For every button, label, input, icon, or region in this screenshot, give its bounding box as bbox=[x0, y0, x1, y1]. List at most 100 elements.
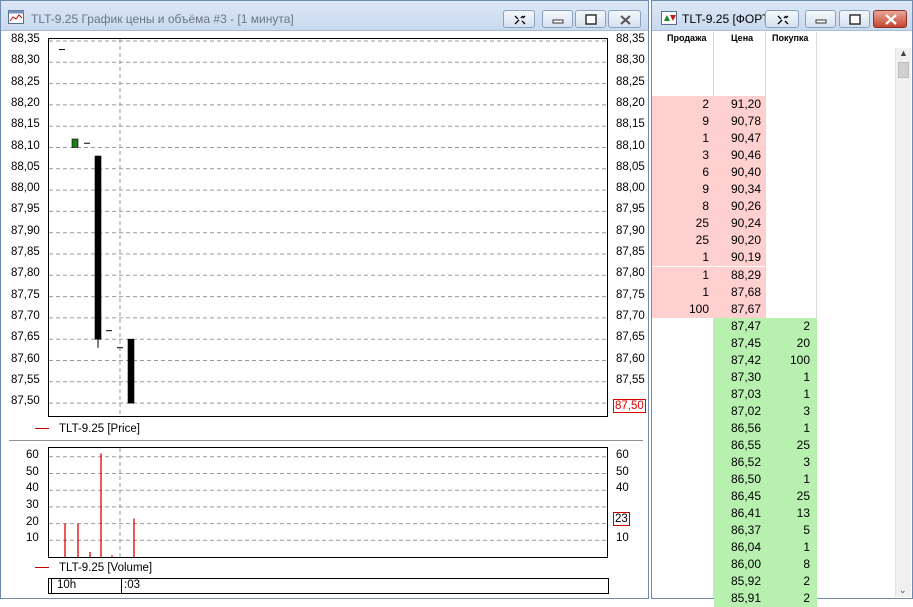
price-tick-label: 88,35 bbox=[616, 33, 645, 45]
book-window-title: TLT-9.25 [ФОРТ bbox=[682, 12, 770, 26]
ask-row[interactable]: 6 90,40 bbox=[652, 164, 817, 182]
ask-row[interactable]: 1 88,29 bbox=[652, 266, 817, 284]
volume-plot-area[interactable] bbox=[48, 447, 608, 558]
price-tick-label: 88,05 bbox=[11, 160, 40, 173]
ask-row[interactable]: 9 90,34 bbox=[652, 181, 817, 199]
minimize-icon bbox=[815, 19, 827, 24]
volume-legend-text: TLT-9.25 [Volume] bbox=[59, 562, 153, 574]
book-close-button[interactable] bbox=[873, 10, 907, 28]
chart-window-titlebar[interactable]: TLT-9.25 График цены и объёма #3 - [1 ми… bbox=[1, 1, 648, 31]
price-legend[interactable]: TLT-9.25 [Price] bbox=[35, 423, 140, 435]
last-price-label: 87,50 bbox=[613, 399, 646, 413]
scroll-down-arrow-icon[interactable]: ⌄ bbox=[899, 585, 907, 596]
ask-row[interactable]: 8 90,26 bbox=[652, 198, 817, 216]
sell-column-header[interactable]: Продажа bbox=[667, 33, 707, 43]
ask-row[interactable]: 3 90,46 bbox=[652, 147, 817, 165]
price-tick-label: 88,30 bbox=[616, 54, 645, 67]
bid-row[interactable]: 8 86,00 bbox=[652, 556, 817, 574]
book-window-titlebar[interactable]: TLT-9.25 [ФОРТ bbox=[652, 1, 912, 31]
volume-legend[interactable]: TLT-9.25 [Volume] bbox=[35, 562, 152, 574]
bid-row[interactable]: 100 87,42 bbox=[652, 351, 817, 369]
minimize-button[interactable] bbox=[542, 10, 573, 28]
volume-legend-swatch bbox=[35, 567, 49, 569]
scroll-up-arrow-icon[interactable]: ▲ bbox=[899, 48, 908, 58]
price-legend-swatch bbox=[35, 428, 49, 430]
bid-price: 87,45 bbox=[730, 335, 761, 350]
price-tick-label: 87,60 bbox=[11, 352, 40, 365]
bid-row[interactable]: 20 87,45 bbox=[652, 334, 817, 352]
volume-tick-label: 30 bbox=[26, 498, 39, 511]
ask-row[interactable]: 25 90,20 bbox=[652, 232, 817, 250]
ask-row[interactable]: 1 90,19 bbox=[652, 249, 817, 267]
bid-quantity: 5 bbox=[803, 523, 810, 538]
time-label-minute: :03 bbox=[124, 579, 140, 591]
ask-quantity: 9 bbox=[702, 182, 709, 197]
bid-row[interactable]: 2 85,92 bbox=[652, 573, 817, 591]
book-link-toggle-button[interactable] bbox=[765, 10, 799, 28]
ask-price: 90,19 bbox=[730, 250, 761, 265]
candle-down bbox=[127, 338, 135, 404]
bid-price: 86,37 bbox=[730, 523, 761, 538]
bid-row[interactable]: 1 87,03 bbox=[652, 385, 817, 403]
link-toggle-button[interactable] bbox=[503, 10, 535, 28]
price-column-header[interactable]: Цена bbox=[731, 33, 753, 43]
price-tick-label: 87,65 bbox=[11, 331, 40, 344]
bid-quantity: 100 bbox=[789, 352, 810, 367]
bid-price: 86,41 bbox=[730, 506, 761, 521]
book-maximize-button[interactable] bbox=[839, 10, 870, 28]
price-tick-label: 87,80 bbox=[616, 267, 645, 280]
ask-price: 90,78 bbox=[730, 114, 761, 129]
time-label-hour: 10h bbox=[57, 579, 77, 591]
price-tick-label: 87,60 bbox=[616, 352, 645, 365]
maximize-button[interactable] bbox=[575, 10, 606, 28]
bid-row[interactable]: 25 86,55 bbox=[652, 437, 817, 454]
time-axis[interactable]: 10h :03 bbox=[48, 578, 608, 594]
volume-tick-label: 50 bbox=[26, 465, 39, 478]
bid-row[interactable]: 1 86,56 bbox=[652, 419, 817, 437]
price-plot-area[interactable] bbox=[48, 38, 608, 417]
ask-quantity: 8 bbox=[702, 199, 709, 214]
bid-price: 87,03 bbox=[730, 386, 761, 401]
price-tick-label: 87,75 bbox=[616, 288, 645, 301]
bid-row[interactable]: 3 86,52 bbox=[652, 454, 817, 472]
ask-price: 87,68 bbox=[730, 284, 761, 299]
bid-row[interactable]: 1 86,04 bbox=[652, 539, 817, 557]
volume-tick-label: 60 bbox=[26, 448, 39, 461]
bid-quantity: 1 bbox=[803, 540, 810, 555]
bid-quantity: 20 bbox=[796, 335, 810, 350]
bid-row[interactable]: 1 86,50 bbox=[652, 471, 817, 489]
bid-row[interactable]: 1 87,30 bbox=[652, 368, 817, 386]
ask-row[interactable]: 2 91,20 bbox=[652, 96, 817, 113]
ask-price: 91,20 bbox=[730, 97, 761, 111]
ask-row[interactable]: 1 87,68 bbox=[652, 283, 817, 301]
bid-quantity: 1 bbox=[803, 369, 810, 384]
ask-price: 90,46 bbox=[730, 148, 761, 163]
price-tick-label: 88,00 bbox=[11, 182, 40, 195]
pane-divider[interactable] bbox=[9, 440, 643, 441]
maximize-icon bbox=[849, 14, 861, 25]
bid-price: 86,00 bbox=[730, 557, 761, 572]
bid-row[interactable]: 25 86,45 bbox=[652, 488, 817, 506]
price-tick-label: 88,10 bbox=[11, 139, 40, 152]
price-tick-label: 88,25 bbox=[616, 75, 645, 88]
price-tick-label: 87,70 bbox=[616, 309, 645, 322]
order-book-scrollbar[interactable]: ▲ ⌄ bbox=[895, 48, 911, 597]
bid-row[interactable]: 5 86,37 bbox=[652, 522, 817, 540]
ask-row[interactable]: 1 90,47 bbox=[652, 130, 817, 148]
scroll-thumb[interactable] bbox=[898, 62, 909, 78]
ask-price: 90,34 bbox=[730, 182, 761, 197]
book-minimize-button[interactable] bbox=[805, 10, 836, 28]
bid-quantity: 8 bbox=[803, 557, 810, 572]
bid-row[interactable]: 3 87,02 bbox=[652, 402, 817, 420]
ask-row[interactable]: 9 90,78 bbox=[652, 113, 817, 131]
bid-row[interactable]: 13 86,41 bbox=[652, 505, 817, 523]
price-tick-label: 88,15 bbox=[616, 118, 645, 131]
price-tick-label: 87,85 bbox=[616, 246, 645, 258]
ask-row[interactable]: 25 90,24 bbox=[652, 215, 817, 233]
close-button[interactable] bbox=[608, 10, 641, 28]
bid-quantity: 1 bbox=[803, 386, 810, 401]
price-tick-label: 88,05 bbox=[616, 160, 645, 173]
ask-row[interactable]: 100 87,67 bbox=[652, 300, 817, 318]
bid-row[interactable]: 2 87,47 bbox=[652, 317, 817, 335]
buy-column-header[interactable]: Покупка bbox=[772, 33, 808, 43]
